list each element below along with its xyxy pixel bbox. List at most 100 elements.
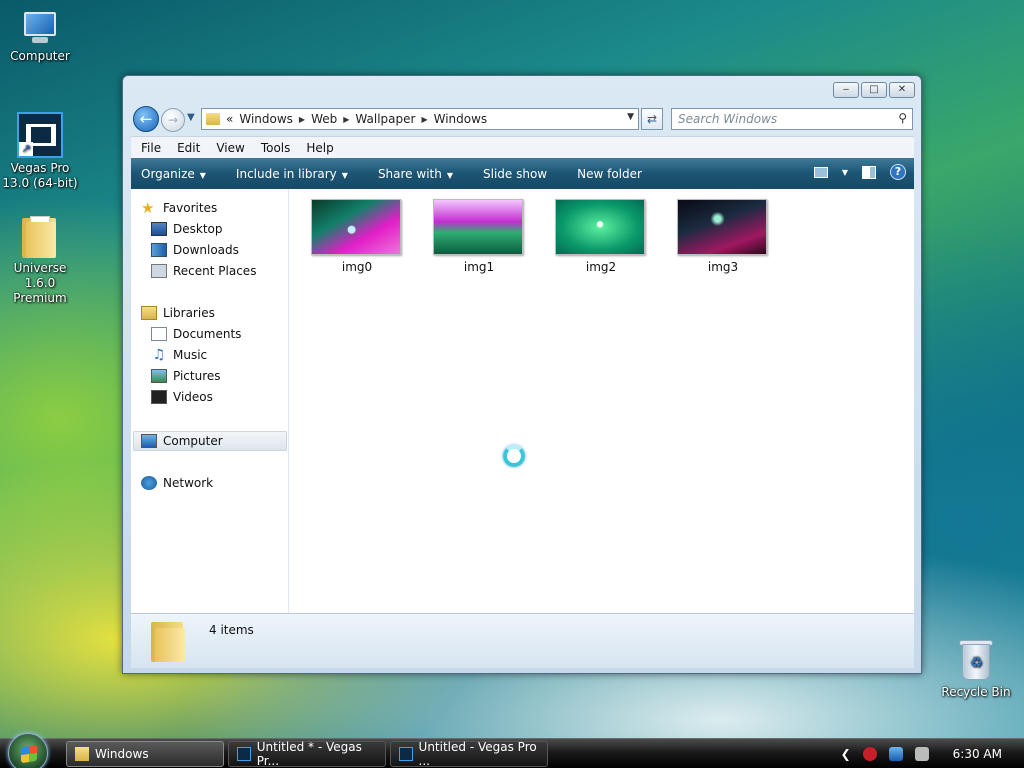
nav-videos[interactable]: Videos xyxy=(151,388,213,406)
new-folder-button[interactable]: New folder xyxy=(577,167,642,181)
nav-network[interactable]: Network xyxy=(141,474,213,492)
chevron-down-icon: ▼ xyxy=(187,112,195,123)
file-item[interactable]: img1 xyxy=(433,199,525,274)
arrow-right-icon: → xyxy=(167,113,179,127)
taskbar: Windows Untitled * - Vegas Pr... Untitle… xyxy=(0,733,1024,768)
search-input[interactable]: Search Windows ⚲ xyxy=(671,108,913,130)
taskbar-button-vegas-untitled[interactable]: Untitled - Vegas Pro ... xyxy=(390,740,548,768)
forward-button[interactable]: → xyxy=(161,108,185,132)
arrow-left-icon: ← xyxy=(139,110,153,128)
menu-view[interactable]: View xyxy=(208,141,252,155)
desktop-icon-vegas-pro[interactable]: ↗ Vegas Pro 13.0 (64-bit) xyxy=(0,112,80,191)
libraries-icon xyxy=(141,306,157,320)
navigation-pane: ★ Favorites Desktop Downloads Recent Pla… xyxy=(131,189,289,613)
menu-edit[interactable]: Edit xyxy=(169,141,208,155)
vegas-pro-icon: ↗ xyxy=(17,112,63,158)
start-button[interactable] xyxy=(8,733,48,768)
network-icon xyxy=(141,476,157,490)
breadcrumb-wallpaper[interactable]: Wallpaper xyxy=(355,112,415,126)
file-name: img1 xyxy=(463,260,495,274)
menu-file[interactable]: File xyxy=(133,141,169,155)
nav-music-label: Music xyxy=(173,348,208,362)
nav-recent-places-label: Recent Places xyxy=(173,264,257,278)
desktop-icon-recycle-bin[interactable]: ♻ Recycle Bin xyxy=(936,638,1016,700)
documents-icon xyxy=(151,327,167,341)
computer-icon xyxy=(20,10,60,46)
refresh-button[interactable]: ⇄ xyxy=(641,108,663,130)
breadcrumb-separator-icon[interactable]: ▶ xyxy=(299,115,305,124)
taskbar-button-vegas-untitled-modified[interactable]: Untitled * - Vegas Pr... xyxy=(228,740,386,768)
file-name: img0 xyxy=(341,260,373,274)
minimize-button[interactable]: ‒ xyxy=(833,82,859,98)
slide-show-button[interactable]: Slide show xyxy=(483,167,547,181)
music-note-icon: ♫ xyxy=(152,347,166,363)
maximize-button[interactable]: □ xyxy=(861,82,887,98)
breadcrumb-web[interactable]: Web xyxy=(311,112,337,126)
file-list: img0 img1 img2 img3 xyxy=(291,189,914,613)
menu-help[interactable]: Help xyxy=(298,141,341,155)
desktop-icon-label: Vegas Pro 13.0 (64-bit) xyxy=(2,161,78,190)
nav-recent-places[interactable]: Recent Places xyxy=(151,262,256,280)
view-options-chevron-icon[interactable]: ▼ xyxy=(842,168,848,177)
pictures-icon xyxy=(151,369,167,383)
desktop-icon-universe[interactable]: Universe 1.6.0 Premium xyxy=(0,216,80,306)
desktop-icon xyxy=(151,222,167,236)
vegas-pro-icon xyxy=(237,747,251,761)
search-placeholder: Search Windows xyxy=(678,112,778,126)
nav-computer-label: Computer xyxy=(163,434,223,448)
breadcrumb-overflow[interactable]: « xyxy=(226,112,233,126)
nav-downloads-label: Downloads xyxy=(173,243,239,257)
recent-pages-dropdown[interactable]: ▼ xyxy=(187,112,195,123)
windows-logo-icon xyxy=(21,744,37,764)
nav-favorites[interactable]: ★ Favorites xyxy=(141,199,217,217)
nav-music[interactable]: ♫ Music xyxy=(151,346,207,364)
search-icon[interactable]: ⚲ xyxy=(898,111,907,125)
desktop-icon-label: Universe 1.6.0 Premium xyxy=(13,261,67,305)
clock[interactable]: 6:30 AM xyxy=(953,747,1002,761)
nav-desktop-label: Desktop xyxy=(173,222,223,236)
nav-downloads[interactable]: Downloads xyxy=(151,241,239,259)
breadcrumb-separator-icon[interactable]: ▶ xyxy=(421,115,427,124)
close-button[interactable]: ✕ xyxy=(889,82,915,98)
menu-tools[interactable]: Tools xyxy=(253,141,299,155)
videos-icon xyxy=(151,390,167,404)
desktop-icon-label: Recycle Bin xyxy=(941,685,1011,699)
vegas-pro-icon xyxy=(399,747,413,761)
nav-desktop[interactable]: Desktop xyxy=(151,220,223,238)
breadcrumb-windows-current[interactable]: Windows xyxy=(434,112,488,126)
taskbar-button-label: Untitled - Vegas Pro ... xyxy=(418,740,537,768)
breadcrumb-separator-icon[interactable]: ▶ xyxy=(343,115,349,124)
file-item[interactable]: img0 xyxy=(311,199,403,274)
organize-button[interactable]: Organize ▼ xyxy=(141,167,206,181)
help-button[interactable]: ? xyxy=(890,164,906,180)
nav-libraries[interactable]: Libraries xyxy=(141,304,215,322)
folder-icon xyxy=(151,622,185,662)
chevron-down-icon: ▼ xyxy=(199,170,206,180)
taskbar-button-windows[interactable]: Windows xyxy=(66,741,224,767)
address-bar[interactable]: « Windows ▶ Web ▶ Wallpaper ▶ Windows ▼ xyxy=(201,108,639,130)
nav-documents[interactable]: Documents xyxy=(151,325,241,343)
address-dropdown-icon[interactable]: ▼ xyxy=(627,112,634,122)
desktop-icon-computer[interactable]: Computer xyxy=(0,10,80,64)
security-alert-icon[interactable] xyxy=(862,747,877,761)
nav-computer[interactable]: Computer xyxy=(141,432,223,450)
system-tray: ❮ 6:30 AM xyxy=(831,739,1024,768)
network-status-icon[interactable] xyxy=(888,747,903,761)
file-item[interactable]: img3 xyxy=(677,199,769,274)
nav-pictures[interactable]: Pictures xyxy=(151,367,221,385)
preview-pane-icon[interactable] xyxy=(862,165,876,179)
share-with-button[interactable]: Share with ▼ xyxy=(378,167,453,181)
include-in-library-button[interactable]: Include in library ▼ xyxy=(236,167,348,181)
taskbar-button-label: Untitled * - Vegas Pr... xyxy=(256,740,362,768)
file-item[interactable]: img2 xyxy=(555,199,647,274)
menu-bar: File Edit View Tools Help xyxy=(131,136,914,158)
nav-pictures-label: Pictures xyxy=(173,369,221,383)
change-view-icon[interactable] xyxy=(813,166,828,178)
recent-places-icon xyxy=(151,264,167,278)
show-hidden-icons-chevron-icon[interactable]: ❮ xyxy=(841,747,851,761)
back-button[interactable]: ← xyxy=(133,106,159,132)
breadcrumb-windows[interactable]: Windows xyxy=(239,112,293,126)
volume-muted-icon[interactable] xyxy=(914,747,929,761)
downloads-icon xyxy=(151,243,167,257)
command-bar: Organize ▼ Include in library ▼ Share with… xyxy=(131,158,914,189)
